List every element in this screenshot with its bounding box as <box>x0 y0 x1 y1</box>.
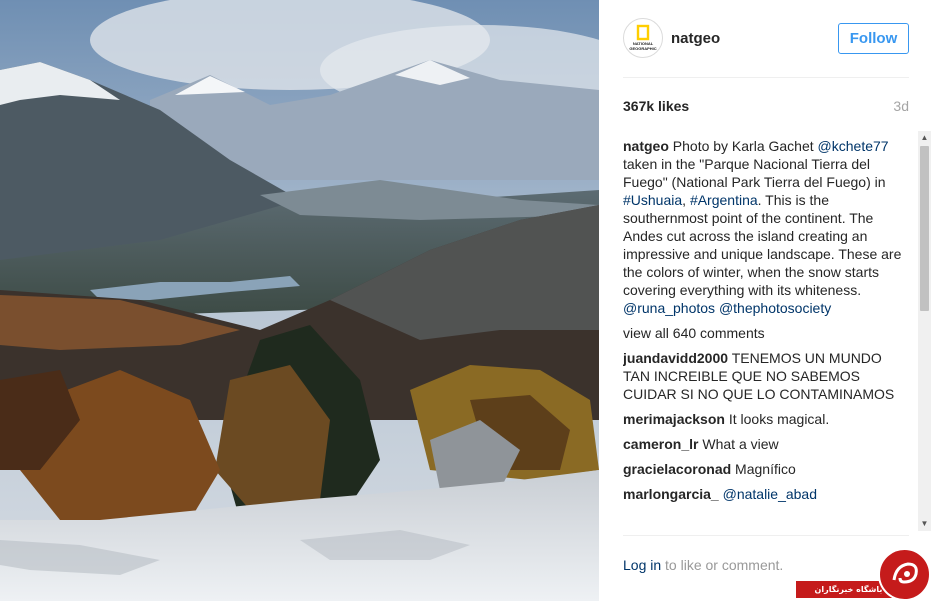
comment-item: merimajackson It looks magical. <box>623 410 912 428</box>
comment-username[interactable]: cameron_lr <box>623 436 698 452</box>
post-header: NATIONAL GEOGRAPHIC natgeo Follow <box>623 18 909 78</box>
comment-username[interactable]: marlongarcia_ <box>623 486 719 502</box>
comment-item: gracielacoronad Magnífico <box>623 460 912 478</box>
comment-username[interactable]: juandavidd2000 <box>623 350 728 366</box>
comment-text: It looks magical. <box>728 411 830 427</box>
likes-count[interactable]: 367k likes <box>623 98 689 114</box>
comment-username[interactable]: gracielacoronad <box>623 461 731 477</box>
natgeo-logo-icon: NATIONAL GEOGRAPHIC <box>629 24 657 51</box>
comment-text: What a view <box>702 436 779 452</box>
caption-mention[interactable]: @thephotosociety <box>719 300 831 316</box>
landscape-image <box>0 0 599 601</box>
comment-mention[interactable]: @natalie_abad <box>723 486 817 502</box>
comments-scrollbar[interactable]: ▲ ▼ <box>918 131 931 531</box>
comment-text: Magnífico <box>735 461 796 477</box>
caption-mention[interactable]: @kchete77 <box>818 138 889 154</box>
comment-item: marlongarcia_ @natalie_abad <box>623 485 912 503</box>
scroll-up-arrow-icon[interactable]: ▲ <box>918 131 931 145</box>
view-all-comments-link[interactable]: view all 640 comments <box>623 324 912 342</box>
caption-mention[interactable]: @runa_photos <box>623 300 715 316</box>
login-prompt: Log in to like or comment. <box>623 557 783 573</box>
caption-text: taken in the "Parque Nacional Tierra del… <box>623 156 886 190</box>
login-prompt-suffix: to like or comment. <box>661 557 784 573</box>
post-caption: natgeo Photo by Karla Gachet @kchete77 t… <box>623 137 912 317</box>
caption-text: , <box>682 192 690 208</box>
post-age: 3d <box>893 98 909 114</box>
post-photo[interactable] <box>0 0 599 601</box>
comment-item: juandavidd2000 TENEMOS UN MUNDO TAN INCR… <box>623 349 912 403</box>
caption-text: Photo by Karla Gachet <box>668 138 818 154</box>
comment-username[interactable]: merimajackson <box>623 411 725 427</box>
scroll-thumb[interactable] <box>920 146 929 311</box>
avatar[interactable]: NATIONAL GEOGRAPHIC <box>623 18 663 58</box>
watermark-emblem-icon <box>878 548 931 601</box>
watermark-logo: باشگاه خبرنگاران <box>796 548 931 601</box>
login-link[interactable]: Log in <box>623 557 661 573</box>
caption-username[interactable]: natgeo <box>623 138 669 154</box>
post-side-panel: NATIONAL GEOGRAPHIC natgeo Follow 367k l… <box>599 0 931 601</box>
follow-button[interactable]: Follow <box>838 23 909 54</box>
caption-hashtag[interactable]: #Ushuaia <box>623 192 682 208</box>
scroll-down-arrow-icon[interactable]: ▼ <box>918 517 931 531</box>
comments-list[interactable]: natgeo Photo by Karla Gachet @kchete77 t… <box>623 137 912 536</box>
logo-line2: GEOGRAPHIC <box>629 46 656 51</box>
post-author-username[interactable]: natgeo <box>671 30 720 47</box>
caption-hashtag[interactable]: #Argentina <box>690 192 758 208</box>
comment-item: cameron_lr What a view <box>623 435 912 453</box>
likes-row: 367k likes 3d <box>623 98 909 116</box>
